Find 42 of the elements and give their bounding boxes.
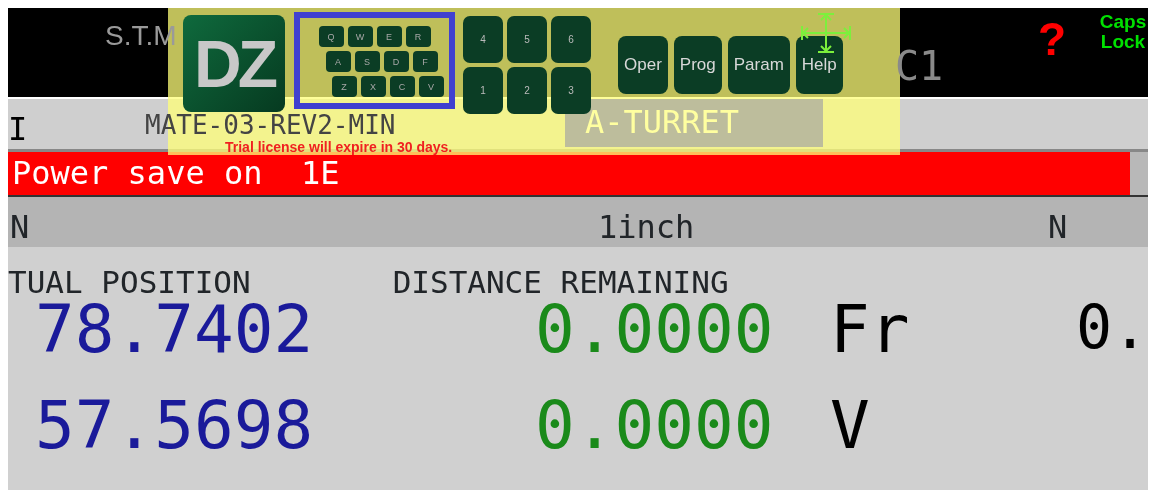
keycap: D xyxy=(383,51,409,72)
column-heading: TUAL POSITION xyxy=(8,263,251,297)
units-fragment: N xyxy=(10,207,30,248)
nav-button[interactable]: Prog xyxy=(673,36,722,94)
keycap: C xyxy=(389,76,415,97)
actual-position: 78.7402 xyxy=(35,297,315,370)
keycap: E xyxy=(376,26,402,47)
distance-remaining: 0.0000 xyxy=(535,393,775,466)
keyboard-button[interactable]: Q W E R A S D F Z X C V xyxy=(294,12,455,109)
keycap: Q xyxy=(318,26,344,47)
keycap: R xyxy=(405,26,431,47)
logo: DZ xyxy=(183,15,285,112)
caps-lock-indicator: Caps Lock xyxy=(1098,12,1148,52)
axis-label: Fr xyxy=(830,297,911,370)
move-icon[interactable] xyxy=(800,12,852,54)
keycap: W xyxy=(347,26,373,47)
keycap: X xyxy=(360,76,386,97)
keycap: Z xyxy=(331,76,357,97)
program-name: MATE-03-REV2-MIN xyxy=(145,112,396,138)
keycap: F xyxy=(412,51,438,72)
units-fragment: N xyxy=(1048,207,1068,248)
turret-label: A-TURRET xyxy=(565,99,823,147)
distance-remaining: 0.0000 xyxy=(535,297,775,370)
column-heading: DISTANCE REMAINING xyxy=(392,263,729,297)
axis-label: V xyxy=(830,393,871,466)
numpad-key[interactable]: 5 xyxy=(507,16,547,63)
numpad-key[interactable]: 2 xyxy=(507,67,547,114)
numpad-key[interactable]: 6 xyxy=(551,16,591,63)
axis-value: 0. xyxy=(1076,297,1148,364)
keycap: V xyxy=(418,76,444,97)
keycap: A xyxy=(325,51,351,72)
keycap: S xyxy=(354,51,380,72)
nav-button[interactable]: Param xyxy=(727,36,790,94)
mode-fragment: I xyxy=(8,109,28,150)
actual-position: 57.5698 xyxy=(35,393,315,466)
numpad-key[interactable]: 4 xyxy=(463,16,503,63)
nav-button[interactable]: Oper xyxy=(618,36,668,94)
unit-label: 1inch xyxy=(598,207,695,248)
numpad-key[interactable]: 3 xyxy=(551,67,591,114)
help-glyph[interactable]: ? xyxy=(1038,16,1067,62)
nav-button[interactable]: Help xyxy=(795,36,843,94)
numpad-key[interactable]: 1 xyxy=(463,67,503,114)
